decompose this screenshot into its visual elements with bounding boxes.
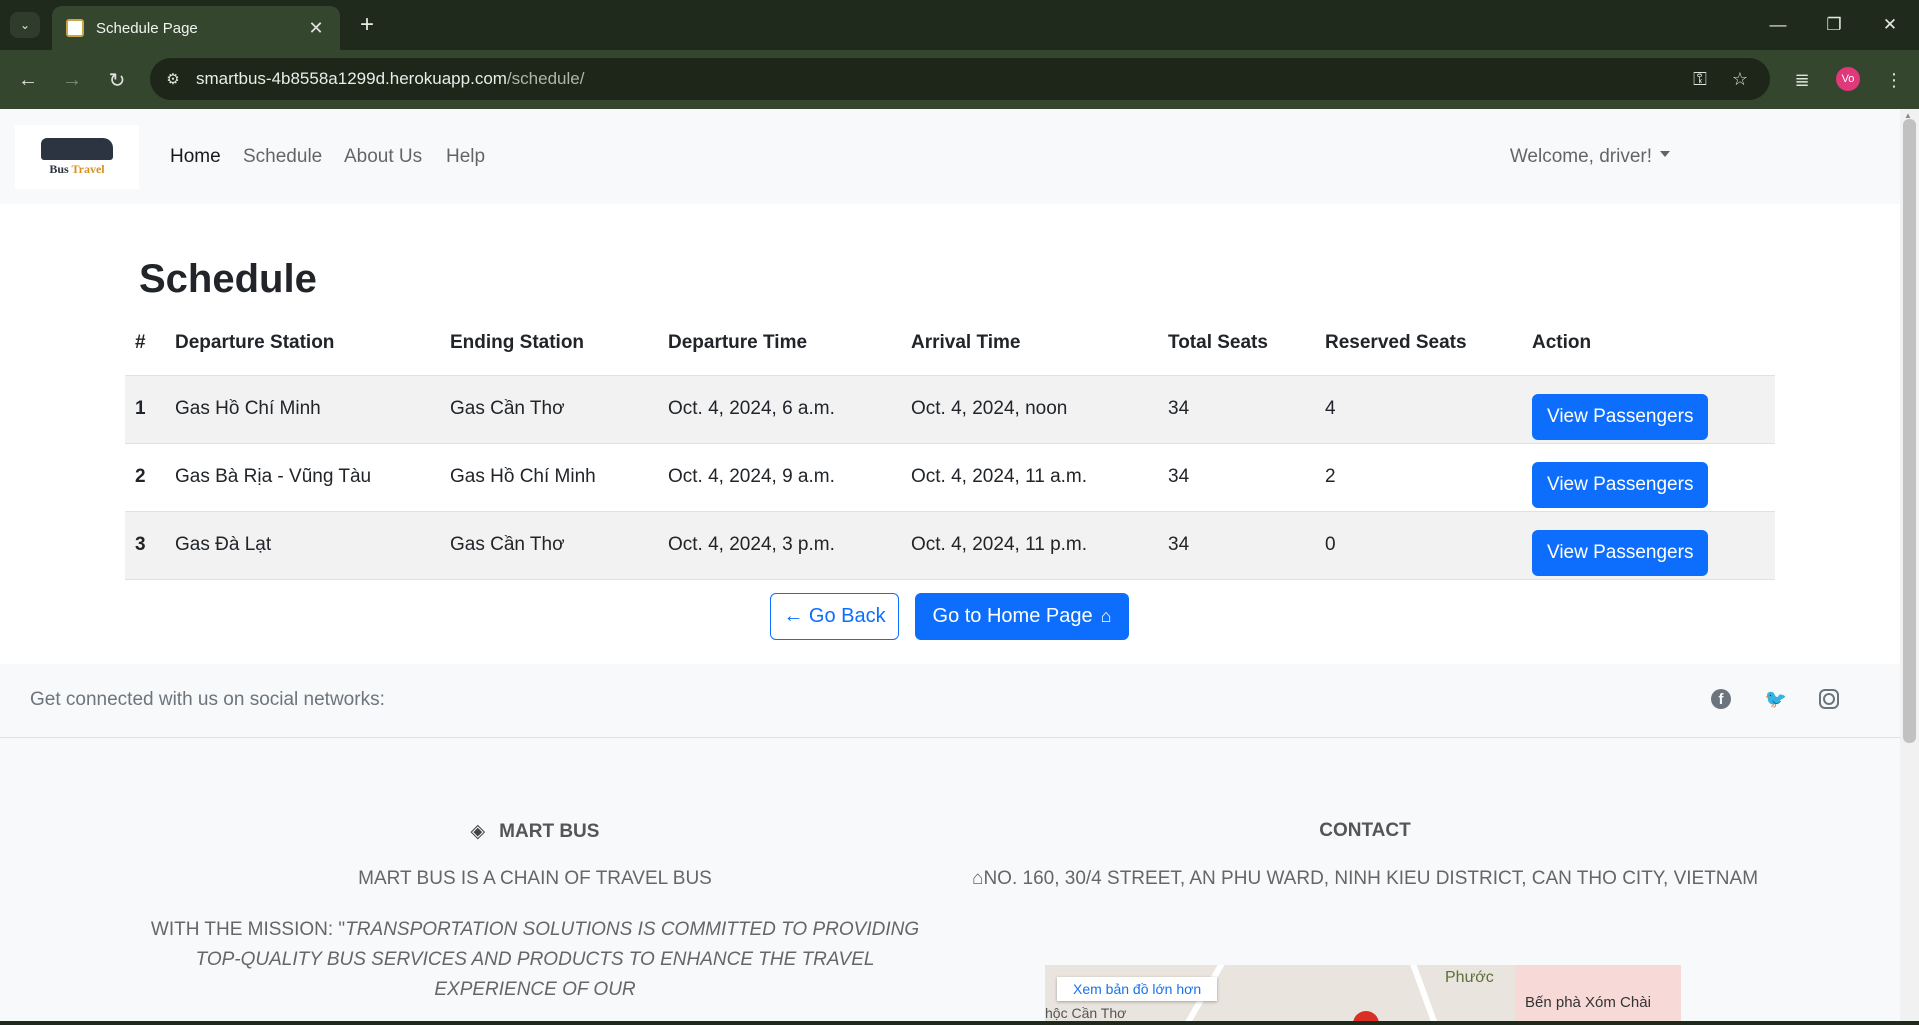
caret-down-icon (1660, 150, 1670, 157)
window-close-icon[interactable]: ✕ (1870, 10, 1910, 40)
header-departure-station: Departure Station (165, 312, 440, 376)
go-home-button[interactable]: Go to Home Page ⌂ (915, 593, 1129, 640)
cell-reserved-seats: 0 (1315, 511, 1522, 580)
mission-text: WITH THE MISSION: "TRANSPORTATION SOLUTI… (150, 919, 920, 1000)
browser-menu-icon[interactable]: ⋮ (1878, 64, 1910, 96)
cell-departure-station: Gas Đà Lạt (165, 511, 440, 580)
brand-title: MART BUS (499, 821, 600, 842)
cell-total-seats: 34 (1158, 511, 1315, 580)
page-title: Schedule (139, 257, 317, 301)
nav-link-about-us[interactable]: About Us (344, 146, 422, 168)
reload-icon[interactable]: ↻ (101, 64, 133, 96)
favicon-icon (66, 19, 84, 37)
cell-ending-station: Gas Cần Thơ (440, 375, 658, 444)
tab-list-chevron-icon[interactable]: ⌄ (10, 12, 40, 38)
map-label: hộc Cần Thơ (1045, 1005, 1127, 1021)
profile-avatar[interactable]: Vo (1836, 67, 1860, 91)
nav-link-help[interactable]: Help (446, 146, 485, 168)
facebook-icon[interactable]: f (1711, 689, 1731, 709)
cell-reserved-seats: 2 (1315, 443, 1522, 512)
bus-logo-icon (41, 131, 127, 160)
cell-index: 3 (125, 511, 165, 580)
page-scrollbar[interactable]: ▲ (1900, 109, 1919, 1025)
table-row: 2 Gas Bà Rịa - Vũng Tàu Gas Hồ Chí Minh … (125, 443, 1775, 512)
header-departure-time: Departure Time (658, 312, 901, 376)
embedded-map[interactable]: Phước Bến phà Xóm Chài hộc Cần Thơ Xem b… (1045, 965, 1681, 1025)
social-text: Get connected with us on social networks… (30, 689, 385, 710)
view-passengers-button[interactable]: View Passengers (1532, 530, 1709, 576)
page-viewport: Bus Travel Home Schedule About Us Help W… (0, 109, 1900, 1025)
table-header-row: # Departure Station Ending Station Depar… (125, 312, 1775, 376)
scrollbar-thumb[interactable] (1903, 119, 1916, 743)
url-text[interactable]: smartbus-4b8558a1299d.herokuapp.com/sche… (196, 69, 584, 89)
header-arrival-time: Arrival Time (901, 312, 1158, 376)
brand-description: MART BUS IS A CHAIN OF TRAVEL BUS (358, 868, 712, 889)
cell-ending-station: Gas Hồ Chí Minh (440, 443, 658, 512)
nav-link-home[interactable]: Home (170, 146, 221, 168)
cell-departure-time: Oct. 4, 2024, 9 a.m. (658, 443, 901, 512)
cell-arrival-time: Oct. 4, 2024, 11 p.m. (901, 511, 1158, 580)
site-info-icon[interactable]: ⚙ (158, 64, 188, 94)
go-home-label: Go to Home Page (932, 605, 1093, 627)
browser-tab[interactable]: Schedule Page ✕ (52, 6, 340, 50)
table-row: 1 Gas Hồ Chí Minh Gas Cần Thơ Oct. 4, 20… (125, 375, 1775, 444)
header-index: # (125, 312, 165, 376)
map-label: Bến phà Xóm Chài (1525, 994, 1651, 1011)
nav-link-schedule[interactable]: Schedule (243, 146, 322, 168)
new-tab-plus-icon[interactable]: + (352, 10, 382, 40)
cell-arrival-time: Oct. 4, 2024, noon (901, 375, 1158, 444)
twitter-icon[interactable]: 🐦 (1763, 686, 1789, 712)
cell-index: 2 (125, 443, 165, 512)
gem-icon: ◈ (470, 821, 486, 842)
view-larger-map-button[interactable]: Xem bản đồ lớn hơn (1057, 977, 1218, 1001)
view-passengers-button[interactable]: View Passengers (1532, 394, 1709, 440)
cell-total-seats: 34 (1158, 375, 1315, 444)
social-section: Get connected with us on social networks… (0, 664, 1900, 738)
home-address-icon: ⌂ (971, 868, 984, 889)
forward-arrow-icon[interactable]: → (56, 64, 88, 96)
bus-travel-logo[interactable]: Bus Travel (15, 125, 139, 189)
contact-title: CONTACT (1319, 820, 1411, 841)
cell-departure-time: Oct. 4, 2024, 6 a.m. (658, 375, 901, 444)
key-icon[interactable]: ⚿ (1685, 64, 1715, 94)
go-back-button[interactable]: ← Go Back (770, 593, 899, 640)
header-total-seats: Total Seats (1158, 312, 1315, 376)
header-reserved-seats: Reserved Seats (1315, 312, 1522, 376)
cell-departure-time: Oct. 4, 2024, 3 p.m. (658, 511, 901, 580)
cell-reserved-seats: 4 (1315, 375, 1522, 444)
cell-departure-station: Gas Bà Rịa - Vũng Tàu (165, 443, 440, 512)
view-passengers-button[interactable]: View Passengers (1532, 462, 1709, 508)
browser-tab-bar: ⌄ Schedule Page ✕ + — ❐ ✕ (0, 0, 1919, 50)
media-controls-icon[interactable]: ≣ (1786, 64, 1818, 96)
restore-icon[interactable]: ❐ (1814, 10, 1854, 40)
table-row: 3 Gas Đà Lạt Gas Cần Thơ Oct. 4, 2024, 3… (125, 511, 1775, 580)
instagram-icon[interactable] (1819, 689, 1839, 709)
cell-departure-station: Gas Hồ Chí Minh (165, 375, 440, 444)
user-dropdown[interactable]: Welcome, driver! (1510, 146, 1670, 168)
back-arrow-icon[interactable]: ← (12, 64, 44, 96)
tab-title: Schedule Page (96, 19, 198, 37)
cell-total-seats: 34 (1158, 443, 1315, 512)
cell-index: 1 (125, 375, 165, 444)
schedule-table: # Departure Station Ending Station Depar… (125, 312, 1775, 580)
browser-toolbar: ← → ↻ ⚙ smartbus-4b8558a1299d.herokuapp.… (0, 50, 1919, 109)
minimize-icon[interactable]: — (1758, 10, 1798, 40)
header-ending-station: Ending Station (440, 312, 658, 376)
site-navbar: Bus Travel Home Schedule About Us Help W… (0, 109, 1900, 204)
address-bar[interactable]: ⚙ smartbus-4b8558a1299d.herokuapp.com/sc… (150, 58, 1770, 100)
close-tab-icon[interactable]: ✕ (306, 18, 326, 39)
contact-address: NO. 160, 30/4 STREET, AN PHU WARD, NINH … (983, 868, 1759, 889)
bookmark-star-icon[interactable]: ☆ (1725, 64, 1755, 94)
header-action: Action (1522, 312, 1775, 376)
house-icon: ⌂ (1100, 606, 1112, 626)
cell-ending-station: Gas Cần Thơ (440, 511, 658, 580)
cell-arrival-time: Oct. 4, 2024, 11 a.m. (901, 443, 1158, 512)
map-label: Phước (1445, 969, 1494, 986)
